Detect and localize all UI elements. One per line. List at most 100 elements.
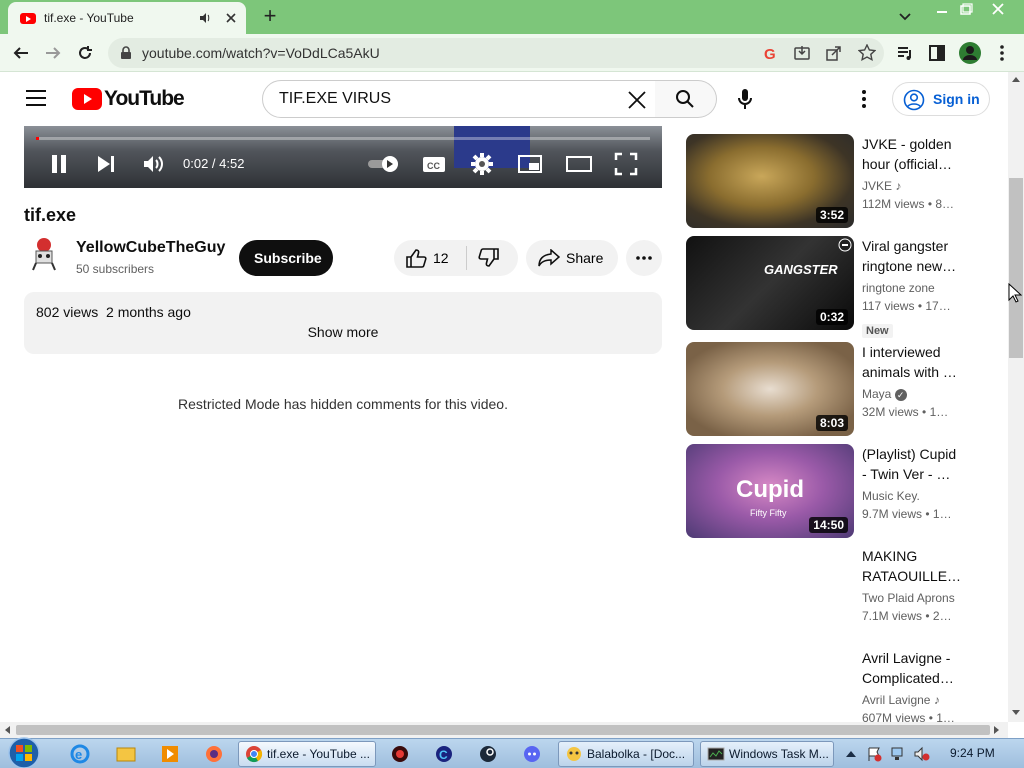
vertical-scrollbar[interactable] [1008, 72, 1024, 722]
horizontal-scroll-thumb[interactable] [16, 725, 990, 735]
more-actions-button[interactable] [626, 240, 662, 276]
forward-arrow-icon[interactable] [44, 44, 62, 62]
microphone-icon[interactable] [737, 88, 753, 110]
media-controls-icon[interactable] [896, 44, 914, 62]
search-box[interactable] [262, 80, 656, 118]
recommended-video[interactable]: Cupid Fifty Fifty 14:50 (Playlist) Cupid… [686, 444, 986, 540]
address-bar[interactable]: youtube.com/watch?v=VoDdLCa5AkU G [108, 38, 884, 68]
google-g-icon[interactable]: G [762, 45, 778, 61]
video-thumbnail[interactable]: 3:52 [686, 134, 854, 228]
browser-toolbar: youtube.com/watch?v=VoDdLCa5AkU G [0, 34, 1024, 72]
firefox-icon[interactable] [204, 744, 224, 764]
recommended-channel: Maya ✓ [862, 387, 907, 401]
recommended-channel: Two Plaid Aprons [862, 591, 955, 605]
recommended-meta: 7.1M views • 2… [862, 609, 952, 623]
recommended-video[interactable]: 3:52 JVKE - golden hour (official… JVKE … [686, 134, 986, 230]
recommended-meta: 9.7M views • 1… [862, 507, 952, 521]
youtube-favicon-icon [20, 12, 36, 24]
recommended-video[interactable]: 8:03 I interviewed animals with … Maya ✓… [686, 342, 986, 438]
miniplayer-icon[interactable] [518, 154, 542, 174]
video-thumbnail[interactable]: 8:03 [686, 342, 854, 436]
restore-icon[interactable] [954, 2, 978, 16]
side-panel-icon[interactable] [928, 44, 946, 62]
reload-icon[interactable] [76, 44, 94, 62]
browser-menu-kebab-icon[interactable] [996, 44, 1008, 62]
media-player-icon[interactable] [160, 744, 180, 764]
browser-tab[interactable]: tif.exe - YouTube [8, 2, 246, 34]
balabolka-taskbar-button[interactable]: Balabolka - [Doc... [558, 741, 694, 767]
views-label: 7.1M views [862, 609, 923, 623]
svg-text:e: e [75, 747, 82, 762]
recommended-title: Avril Lavigne - Complicated… [862, 650, 954, 686]
red-app-icon[interactable] [390, 744, 410, 764]
recommended-channel: ringtone zone [862, 281, 935, 295]
action-center-flag-icon[interactable] [866, 746, 882, 762]
steam-icon[interactable] [478, 744, 498, 764]
recommended-video[interactable]: GANGSTER 0:32 Viral gangster ringtone ne… [686, 236, 986, 338]
recommended-video[interactable]: Avril Lavigne - Complicated… Avril Lavig… [686, 648, 986, 722]
show-hidden-icons-icon[interactable] [846, 749, 856, 757]
profile-avatar-icon[interactable] [958, 41, 982, 65]
clear-search-icon[interactable] [627, 90, 647, 110]
share-page-icon[interactable] [826, 45, 842, 61]
views-label: 117 views [862, 299, 915, 313]
video-player[interactable]: 0:02 / 4:52 CC [24, 126, 662, 188]
youtube-logo[interactable]: YouTube [72, 87, 185, 111]
file-explorer-icon[interactable] [116, 744, 136, 764]
captions-icon[interactable]: CC [422, 154, 446, 174]
search-button[interactable] [655, 80, 717, 118]
video-thumbnail[interactable] [686, 648, 854, 722]
recommended-meta: 32M views • 1… [862, 405, 948, 419]
description-box[interactable]: 802 views 2 months ago Show more [24, 292, 662, 354]
install-app-icon[interactable] [794, 45, 810, 61]
settings-kebab-icon[interactable] [858, 89, 870, 109]
thumbs-down-icon[interactable] [478, 248, 500, 268]
like-button[interactable]: 12 [394, 240, 466, 276]
show-more-link[interactable]: Show more [24, 324, 662, 340]
taskbar-clock[interactable]: 9:24 PM [950, 746, 995, 760]
next-video-icon[interactable] [96, 154, 116, 174]
progress-bar[interactable] [36, 137, 650, 140]
close-tab-icon[interactable] [224, 11, 238, 25]
sign-in-button[interactable]: Sign in [892, 82, 990, 116]
recommended-title: JVKE - golden hour (official… [862, 136, 953, 172]
tab-search-chevron-icon[interactable] [898, 11, 912, 23]
close-window-icon[interactable] [986, 2, 1010, 16]
share-button[interactable]: Share [526, 240, 618, 276]
like-dislike-group: 12 [394, 240, 518, 276]
start-orb-icon[interactable] [6, 736, 42, 768]
fullscreen-icon[interactable] [614, 152, 638, 176]
speaker-icon[interactable] [198, 11, 212, 25]
discord-icon[interactable] [522, 744, 542, 764]
scroll-right-arrow-icon[interactable] [994, 726, 1000, 734]
back-arrow-icon[interactable] [12, 44, 30, 62]
scroll-up-arrow-icon[interactable] [1012, 76, 1020, 82]
video-thumbnail[interactable] [686, 546, 854, 640]
volume-muted-icon[interactable] [914, 746, 930, 762]
channel-avatar[interactable] [26, 236, 62, 272]
task-manager-taskbar-button[interactable]: Windows Task M... [700, 741, 834, 767]
chrome-taskbar-button[interactable]: tif.exe - YouTube ... [238, 741, 376, 767]
autoplay-toggle-icon[interactable] [366, 154, 402, 174]
minimize-icon[interactable] [930, 2, 954, 16]
search-input[interactable] [279, 90, 609, 108]
lock-icon[interactable] [120, 46, 132, 60]
scroll-left-arrow-icon[interactable] [4, 726, 10, 734]
pause-icon[interactable] [50, 154, 68, 174]
new-tab-plus-icon[interactable]: + [256, 5, 284, 29]
theater-mode-icon[interactable] [566, 154, 592, 174]
video-thumbnail[interactable]: Cupid Fifty Fifty 14:50 [686, 444, 854, 538]
scroll-down-arrow-icon[interactable] [1012, 710, 1020, 716]
vertical-scroll-thumb[interactable] [1009, 178, 1023, 358]
network-icon[interactable] [890, 746, 906, 762]
cyan-app-icon[interactable]: C [434, 744, 454, 764]
channel-name[interactable]: YellowCubeTheGuy [76, 239, 225, 257]
hamburger-menu-icon[interactable] [26, 90, 46, 106]
settings-gear-icon[interactable] [470, 152, 494, 176]
recommended-video[interactable]: MAKING RATAOUILLE… Two Plaid Aprons 7.1M… [686, 546, 986, 642]
subscribe-button[interactable]: Subscribe [239, 240, 333, 276]
bookmark-star-icon[interactable] [858, 44, 876, 62]
video-thumbnail[interactable]: GANGSTER 0:32 [686, 236, 854, 330]
internet-explorer-icon[interactable]: e [70, 744, 90, 764]
volume-icon[interactable] [142, 154, 164, 174]
